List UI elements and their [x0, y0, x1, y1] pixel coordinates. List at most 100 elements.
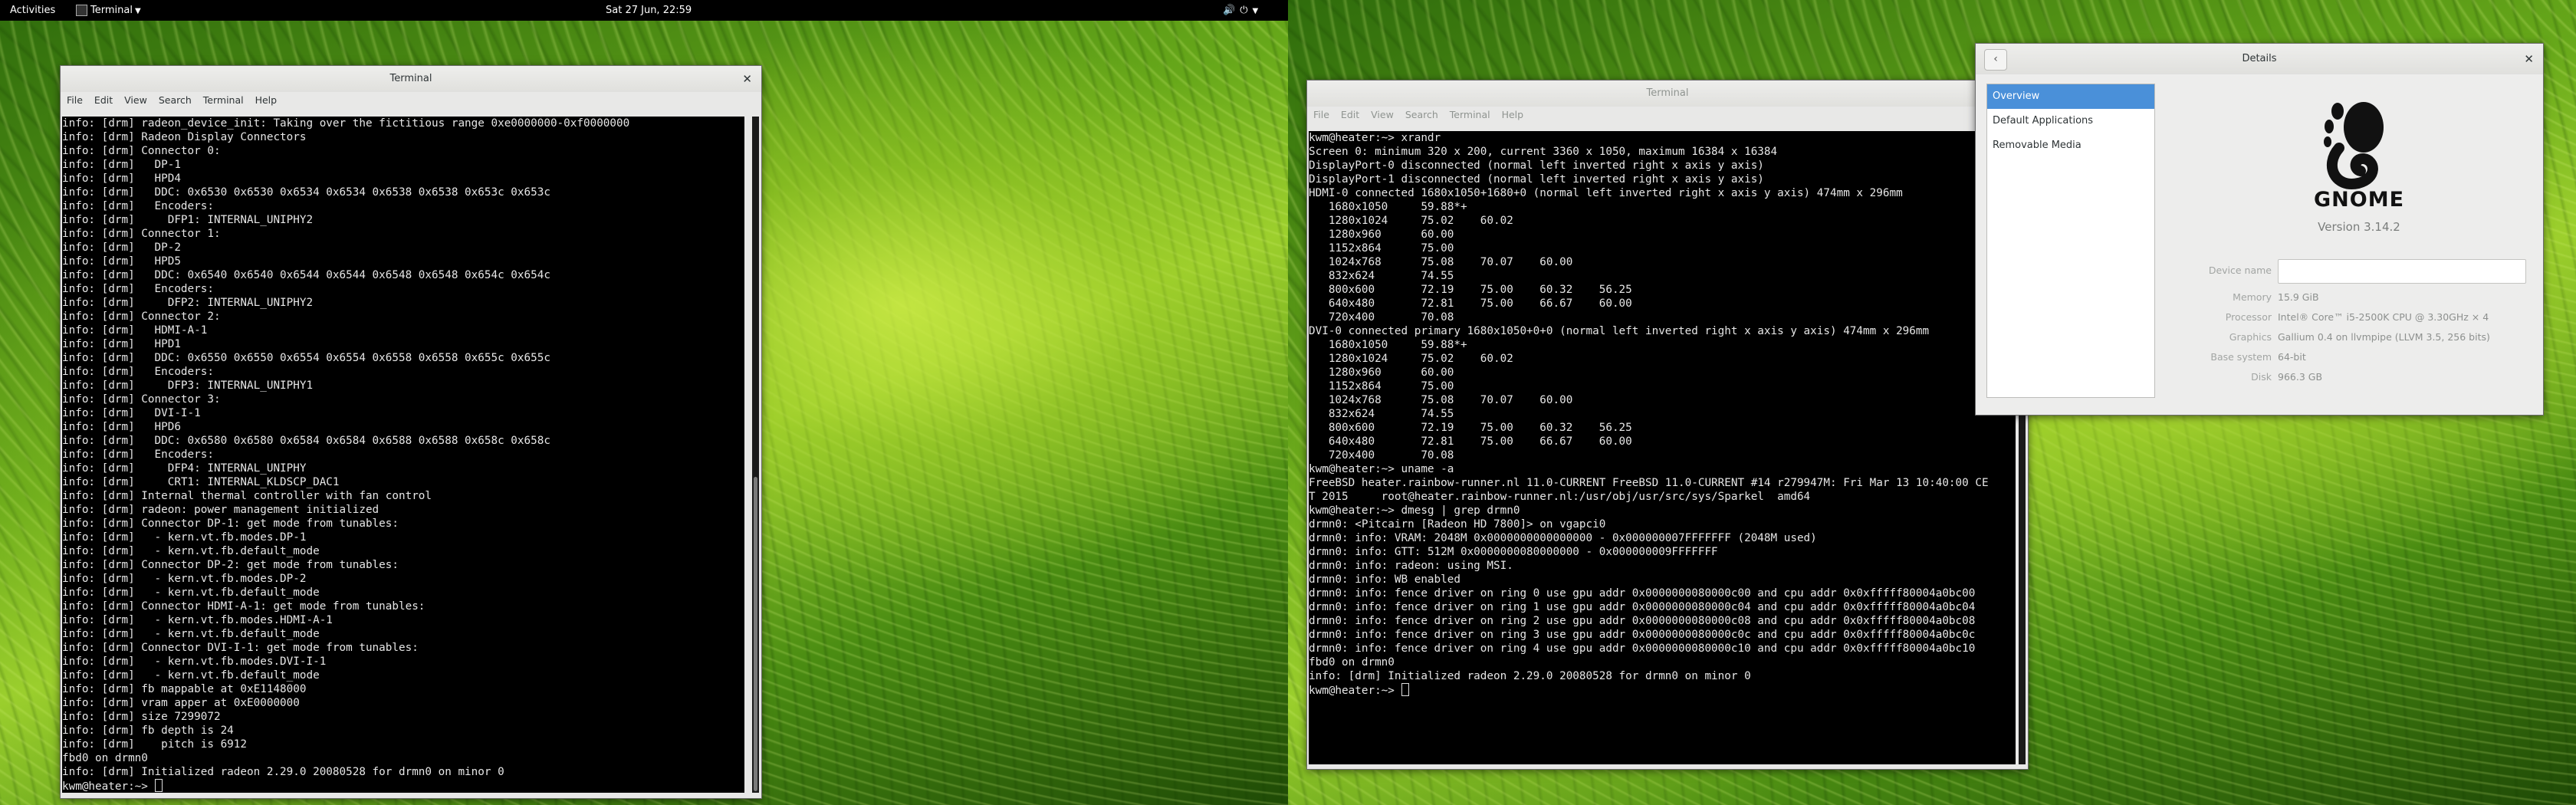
terminal-line: 1680x1050 59.88*+: [1309, 339, 1467, 351]
device-name-row: Device name: [2157, 258, 2526, 284]
terminal-line: Screen 0: minimum 320 x 200, current 336…: [1309, 146, 1778, 158]
titlebar[interactable]: Terminal ✕: [61, 66, 761, 92]
window-title: Details: [2242, 53, 2277, 64]
terminal-line: drmn0: info: WB enabled: [1309, 573, 1460, 586]
terminal-line: info: [drm] DP-1: [62, 159, 181, 171]
sidebar-item-removable-media[interactable]: Removable Media: [1987, 133, 2154, 158]
scrollbar-thumb[interactable]: [754, 477, 757, 791]
terminal-line: info: [drm] Connector DP-2: get mode fro…: [62, 559, 399, 571]
terminal-line: HDMI-0 connected 1680x1050+1680+0 (norma…: [1309, 187, 1903, 199]
terminal-line: info: [drm] DDC: 0x6580 0x6580 0x6584 0x…: [62, 435, 550, 447]
terminal-line: drmn0: info: radeon: using MSI.: [1309, 560, 1513, 572]
scrollbar[interactable]: [752, 117, 759, 793]
detail-label: Graphics: [2229, 331, 2272, 343]
terminal-line: info: [drm] pitch is 6912: [62, 738, 248, 751]
menu-item-terminal[interactable]: Terminal: [1450, 109, 1490, 120]
detail-value: 15.9 GiB: [2278, 291, 2319, 303]
terminal-line: info: [drm] DDC: 0x6540 0x6540 0x6544 0x…: [62, 269, 550, 281]
terminal-line: info: [drm] HPD5: [62, 255, 181, 268]
menu-item-help[interactable]: Help: [255, 94, 278, 106]
terminal-line: kwm@heater:~> dmesg | grep drmn0: [1309, 504, 1520, 517]
terminal-window-left[interactable]: Terminal ✕ File Edit View Search Terminal Hel…: [60, 65, 762, 799]
terminal-line: 1024x768 75.08 70.07 60.00: [1309, 394, 1573, 406]
details-window[interactable]: ‹ Details ✕ Overview Default Applications…: [1975, 43, 2544, 416]
terminal-line: info: [drm] Connector DVI-I-1: get mode …: [62, 642, 419, 654]
terminal-cursor: [154, 779, 163, 792]
menu-item-file[interactable]: File: [1313, 109, 1329, 120]
terminal-line: info: [drm] DDC: 0x6550 0x6550 0x6554 0x…: [62, 352, 550, 364]
terminal-line: info: [drm] Encoders:: [62, 283, 214, 295]
close-icon[interactable]: ✕: [2524, 44, 2534, 74]
terminal-line: info: [drm] DP-2: [62, 242, 181, 254]
terminal-line: info: [drm] HPD6: [62, 421, 181, 433]
terminal-line: FreeBSD heater.rainbow-runner.nl 11.0-CU…: [1309, 477, 1989, 489]
menu-item-file[interactable]: File: [67, 94, 83, 106]
gnome-wordmark: GNOME: [2313, 188, 2405, 212]
caret-down-icon: ▼: [134, 7, 141, 15]
terminal-output[interactable]: kwm@heater:~> xrandr Screen 0: minimum 32…: [1309, 131, 2016, 764]
menubar: File Edit View Search Terminal Help: [1307, 107, 2028, 123]
detail-value: Gallium 0.4 on llvmpipe (LLVM 3.5, 256 b…: [2278, 331, 2490, 343]
app-menu[interactable]: Terminal ▼: [76, 0, 141, 21]
titlebar[interactable]: Terminal: [1307, 80, 2028, 107]
terminal-window-right[interactable]: Terminal File Edit View Search Terminal Help …: [1306, 80, 2029, 770]
detail-label: Base system: [2210, 351, 2272, 363]
terminal-line: kwm@heater:~>: [1309, 683, 2016, 697]
menu-item-view[interactable]: View: [124, 94, 147, 106]
menu-item-search[interactable]: Search: [1405, 109, 1438, 120]
terminal-line: DisplayPort-0 disconnected (normal left …: [1309, 159, 1764, 172]
terminal-line: info: [drm] fb mappable at 0xE1148000: [62, 683, 307, 695]
close-icon[interactable]: ✕: [742, 66, 752, 92]
terminal-line: info: [drm] - kern.vt.fb.default_mode: [62, 669, 320, 682]
terminal-line: info: [drm] Radeon Display Connectors: [62, 131, 307, 143]
terminal-line: 1280x960 60.00: [1309, 366, 1454, 379]
terminal-line: info: [drm] DFP1: INTERNAL_UNIPHY2: [62, 214, 314, 226]
terminal-line: drmn0: info: fence driver on ring 0 use …: [1309, 587, 1976, 600]
terminal-line: kwm@heater:~>: [62, 779, 744, 793]
terminal-line: info: [drm] HPD1: [62, 338, 181, 350]
device-name-field[interactable]: [2278, 258, 2526, 284]
sidebar-item-overview[interactable]: Overview: [1987, 84, 2154, 109]
clock[interactable]: Sat 27 Jun, 22:59: [606, 0, 692, 21]
terminal-line: drmn0: info: VRAM: 2048M 0x0000000000000…: [1309, 532, 1817, 544]
terminal-line: info: [drm] - kern.vt.fb.default_mode: [62, 586, 320, 599]
terminal-line: 1152x864 75.00: [1309, 242, 1454, 255]
terminal-line: info: [drm] - kern.vt.fb.default_mode: [62, 628, 320, 640]
activities-button[interactable]: Activities: [10, 0, 55, 21]
sidebar-item-default-applications[interactable]: Default Applications: [1987, 109, 2154, 133]
terminal-line: 832x624 74.55: [1309, 270, 1454, 282]
terminal-app-icon: [76, 5, 87, 16]
terminal-line: info: [drm] DDC: 0x6530 0x6530 0x6534 0x…: [62, 186, 550, 199]
terminal-line: info: [drm] - kern.vt.fb.modes.DVI-I-1: [62, 656, 327, 668]
menu-item-view[interactable]: View: [1371, 109, 1394, 120]
terminal-line: 1280x960 60.00: [1309, 228, 1454, 241]
menu-item-help[interactable]: Help: [1502, 109, 1524, 120]
terminal-line: info: [drm] DFP3: INTERNAL_UNIPHY1: [62, 380, 314, 392]
back-button[interactable]: ‹: [1984, 49, 2007, 71]
detail-label: Disk: [2251, 371, 2272, 383]
window-title: Terminal: [389, 73, 432, 84]
terminal-line: info: [drm] Connector 2:: [62, 310, 221, 323]
detail-value: 966.3 GB: [2278, 371, 2323, 383]
terminal-line: kwm@heater:~> xrandr: [1309, 132, 1441, 144]
terminal-line: info: [drm] Connector 0:: [62, 145, 221, 157]
menu-item-terminal[interactable]: Terminal: [203, 94, 244, 106]
menu-item-edit[interactable]: Edit: [1341, 109, 1359, 120]
terminal-line: 1280x1024 75.02 60.02: [1309, 215, 1513, 227]
terminal-line: drmn0: info: fence driver on ring 3 use …: [1309, 629, 1976, 641]
terminal-line: info: [drm] Connector 3:: [62, 393, 221, 406]
terminal-output[interactable]: info: [drm] radeon_device_init: Taking o…: [62, 117, 744, 793]
terminal-line: info: [drm] radeon: power management ini…: [62, 504, 380, 516]
terminal-line: info: [drm] CRT1: INTERNAL_KLDSCP_DAC1: [62, 476, 340, 488]
menu-item-edit[interactable]: Edit: [94, 94, 113, 106]
terminal-line: info: [drm] - kern.vt.fb.modes.DP-1: [62, 531, 307, 544]
titlebar[interactable]: ‹ Details ✕: [1976, 44, 2543, 74]
terminal-line: info: [drm] - kern.vt.fb.modes.DP-2: [62, 573, 307, 585]
terminal-line: info: [drm] vram apper at 0xE0000000: [62, 697, 300, 709]
menu-item-search[interactable]: Search: [159, 94, 192, 106]
terminal-line: info: [drm] radeon_device_init: Taking o…: [62, 117, 630, 130]
detail-row-graphics: Graphics Gallium 0.4 on llvmpipe (LLVM 3.…: [2157, 330, 2490, 345]
terminal-line: 1680x1050 59.88*+: [1309, 201, 1467, 213]
terminal-line: drmn0: info: GTT: 512M 0x000000008000000…: [1309, 546, 1718, 558]
status-menu[interactable]: 🔊 ⏻ ▼: [1223, 0, 1263, 21]
